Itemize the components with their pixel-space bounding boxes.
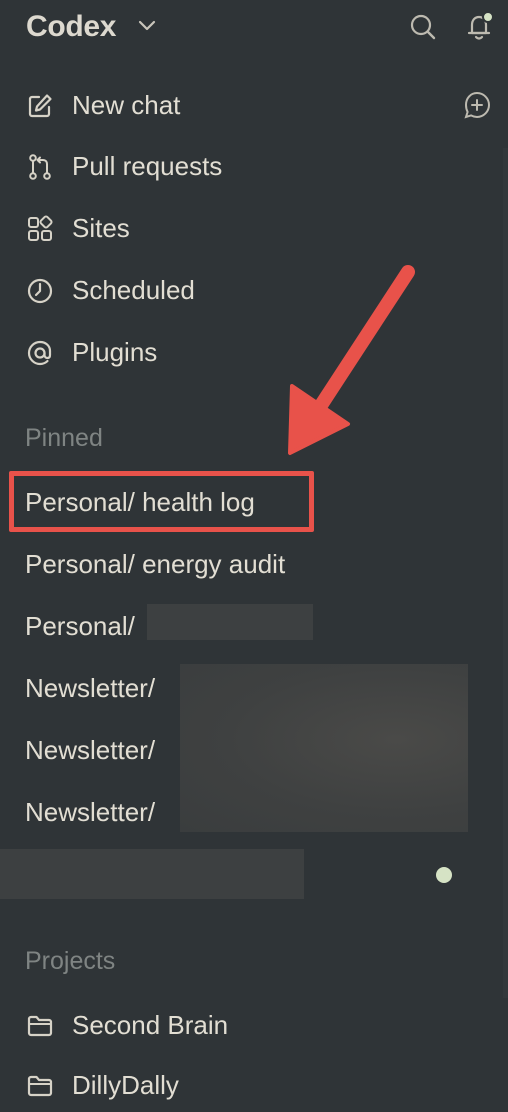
nav-item-label: Sites (72, 213, 130, 243)
sidebar-header: Codex (0, 0, 508, 60)
folder-icon (27, 1075, 53, 1097)
redacted-text (180, 664, 468, 832)
search-icon[interactable] (408, 12, 438, 42)
project-item-label: Second Brain (72, 1010, 229, 1040)
new-chat-icon (28, 94, 52, 118)
redacted-text (147, 604, 313, 640)
clock-icon (27, 278, 53, 304)
nav-item-pull-requests[interactable]: Pull requests (0, 141, 508, 193)
notification-bell-icon[interactable] (462, 8, 498, 44)
plugins-icon (27, 340, 52, 366)
nav-item-scheduled[interactable]: Scheduled (0, 265, 508, 317)
nav-item-sites[interactable]: Sites (0, 203, 508, 255)
nav-item-new-chat[interactable]: New chat (0, 80, 508, 132)
sites-icon (28, 215, 53, 241)
scrollbar-track[interactable] (503, 148, 508, 998)
nav-item-label: Scheduled (72, 275, 195, 305)
nav-item-plugins[interactable]: Plugins (0, 327, 508, 379)
pinned-item[interactable]: Personal/ (25, 602, 135, 650)
nav-item-label: Pull requests (72, 151, 223, 181)
unread-indicator (436, 867, 452, 883)
pinned-item[interactable]: Newsletter/ (25, 664, 155, 712)
annotation-highlight-box (9, 471, 314, 532)
redacted-pinned-item[interactable] (0, 849, 304, 899)
annotation-arrow-icon (288, 265, 415, 455)
new-chat-plus-icon[interactable] (462, 90, 492, 120)
chevron-down-icon[interactable] (137, 19, 157, 33)
pinned-item[interactable]: Newsletter/ (25, 726, 155, 774)
project-item-second-brain[interactable]: Second Brain (0, 1000, 508, 1052)
folder-icon (27, 1015, 53, 1037)
nav-item-label: New chat (72, 90, 181, 120)
pull-request-icon (29, 154, 51, 180)
sidebar: Codex New chat Pull requests Sites Sched… (0, 0, 508, 1112)
projects-heading: Projects (25, 947, 116, 975)
pinned-item[interactable]: Personal/ energy audit (25, 540, 285, 588)
pinned-heading: Pinned (25, 424, 103, 452)
pinned-item[interactable]: Newsletter/ (25, 788, 155, 836)
project-item-dillydally[interactable]: DillyDally (0, 1060, 508, 1112)
nav-item-label: Plugins (72, 337, 158, 367)
app-title[interactable]: Codex (26, 10, 116, 44)
project-item-label: DillyDally (72, 1070, 179, 1100)
